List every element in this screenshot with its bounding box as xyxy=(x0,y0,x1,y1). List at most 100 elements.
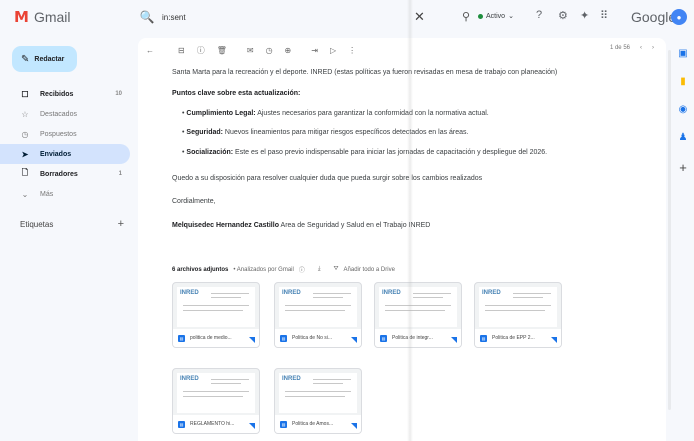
help-icon[interactable]: ? xyxy=(536,9,542,21)
download-icon[interactable] xyxy=(551,337,557,343)
sidebar-item-enviados[interactable]: ➤ Enviados xyxy=(0,144,130,164)
signature-name: Melquisedec Hernandez Castillo xyxy=(172,222,279,229)
send-icon: ➤ xyxy=(21,149,29,159)
inred-logo: INRED xyxy=(180,290,199,296)
attachment-card[interactable]: INRED ▤ REGLAMENTO hi... xyxy=(172,368,260,434)
bullet-term: Seguridad: xyxy=(186,129,223,136)
mark-unread-icon[interactable]: ✉ xyxy=(247,46,254,55)
chevron-left-icon[interactable]: ‹ xyxy=(640,45,642,51)
side-panel: ▣ ▮ ◉ ♟ + xyxy=(672,48,694,188)
compose-label: Redactar xyxy=(34,55,65,63)
download-icon[interactable] xyxy=(351,337,357,343)
attachments-count: 6 archivos adjuntos xyxy=(172,266,229,273)
snooze-icon[interactable]: ◷ xyxy=(266,46,273,55)
attachments-scanned: • Analizados por Gmail xyxy=(233,266,294,273)
add-to-drive-link[interactable]: Añadir todo a Drive xyxy=(344,267,395,273)
filter-icon[interactable]: ⚲ xyxy=(462,10,470,23)
gmail-logo[interactable]: M Gmail xyxy=(14,9,71,25)
status-label: Activo xyxy=(486,12,506,20)
attachment-preview: INRED xyxy=(279,373,357,413)
draft-icon: 🗋 xyxy=(21,168,29,177)
settings-icon[interactable]: ⚙ xyxy=(558,9,568,22)
attachment-preview: INRED xyxy=(177,373,255,413)
compose-button[interactable]: ✎ Redactar xyxy=(12,46,77,72)
attachment-name: REGLAMENTO hi... xyxy=(190,421,235,427)
move-icon[interactable]: ⇥ xyxy=(311,46,318,55)
bullet-term: Socialización: xyxy=(186,149,234,156)
download-icon[interactable] xyxy=(451,337,457,343)
sidebar-item-recibidos[interactable]: ☐ Recibidos 10 xyxy=(0,84,130,104)
status-indicator[interactable]: Activo ⌄ xyxy=(478,12,514,20)
avatar[interactable]: ● xyxy=(671,9,687,25)
sidebar-item-count: 10 xyxy=(115,91,122,97)
download-icon[interactable] xyxy=(249,423,255,429)
search-bar[interactable]: 🔍 in:sent ✕ ⚲ xyxy=(140,6,471,28)
sidebar-item-label: Borradores xyxy=(40,170,78,178)
attachment-preview: INRED xyxy=(177,287,255,327)
attachment-footer: ▤ Politica de integr... xyxy=(375,329,461,347)
label-icon[interactable]: ▷ xyxy=(330,46,336,55)
contacts-icon[interactable]: ♟ xyxy=(672,132,694,160)
bullet-text: Nuevos lineamientos para mitigar riesgos… xyxy=(222,129,469,136)
pager-text: 1 de 56 xyxy=(609,45,630,51)
sidebar-item-label: Pospuestos xyxy=(40,130,77,138)
drive-icon[interactable]: ⛛ xyxy=(334,266,339,273)
email-signature: Melquisedec Hernandez Castillo Area de S… xyxy=(172,221,430,230)
attachment-name: Politica de Amos... xyxy=(292,421,334,427)
sidebar-item-label: Más xyxy=(40,190,54,198)
inred-logo: INRED xyxy=(282,376,301,382)
attachment-footer: ▤ politica de medio... xyxy=(173,329,259,347)
inred-logo: INRED xyxy=(180,376,199,382)
status-dot xyxy=(478,13,483,19)
sidebar-item-destacados[interactable]: ☆ Destacados xyxy=(0,104,130,124)
download-all-icon[interactable]: ⤓ xyxy=(318,266,321,273)
attachment-name: politica de medio... xyxy=(190,335,232,341)
more-icon[interactable]: ⋮ xyxy=(348,46,356,55)
chevron-down-icon: ⌄ xyxy=(21,189,29,199)
sidebar-item-label: Recibidos xyxy=(40,90,74,98)
sidebar-nav: ☐ Recibidos 10 ☆ Destacados ◷ Pospuestos… xyxy=(0,84,130,204)
task-icon[interactable]: ⊕ xyxy=(285,46,292,55)
search-icon[interactable]: 🔍 xyxy=(140,10,155,24)
inred-logo: INRED xyxy=(282,290,301,296)
attachment-card[interactable]: INRED ▤ Politica de EPP 2... xyxy=(474,282,562,348)
bullet-text: Ajustes necesarios para garantizar la co… xyxy=(255,110,489,117)
tasks-icon[interactable]: ◉ xyxy=(672,104,694,132)
attachment-card[interactable]: INRED ▤ politica de medio... xyxy=(172,282,260,348)
sidebar-item-pospuestos[interactable]: ◷ Pospuestos xyxy=(0,124,130,144)
pdf-icon: ▤ xyxy=(480,334,487,342)
archive-icon[interactable]: ⊟ xyxy=(178,46,185,55)
message-toolbar: ← ⊟ ⓘ 🗑 ✉ ◷ ⊕ ⇥ ▷ ⋮ xyxy=(146,45,356,56)
info-icon[interactable]: ⓘ xyxy=(299,265,305,274)
attachment-card[interactable]: INRED ▤ Politica de Amos... xyxy=(274,368,362,434)
add-icon[interactable]: + xyxy=(672,160,694,188)
sidebar-item-mas[interactable]: ⌄ Más xyxy=(0,184,130,204)
add-label-button[interactable]: + xyxy=(118,218,124,230)
keep-icon[interactable]: ▮ xyxy=(672,76,694,104)
attachment-card[interactable]: INRED ▤ Politica de No si... xyxy=(274,282,362,348)
report-icon[interactable]: ⓘ xyxy=(197,45,205,56)
apps-grid-icon[interactable]: ⠿ xyxy=(600,9,608,22)
attachment-card[interactable]: INRED ▤ Politica de integr... xyxy=(374,282,462,348)
sidebar-item-count: 1 xyxy=(118,171,122,177)
email-regards: Cordialmente, xyxy=(172,198,216,205)
pencil-icon: ✎ xyxy=(21,53,30,65)
sidebar-item-borradores[interactable]: 🗋 Borradores 1 xyxy=(0,164,130,184)
calendar-icon[interactable]: ▣ xyxy=(672,48,694,76)
attachment-footer: ▤ REGLAMENTO hi... xyxy=(173,415,259,433)
message-scrollbar[interactable] xyxy=(668,50,671,410)
attachments-header: 6 archivos adjuntos • Analizados por Gma… xyxy=(172,265,395,274)
inbox-icon: ☐ xyxy=(21,89,29,99)
delete-icon[interactable]: 🗑 xyxy=(217,46,227,55)
close-icon[interactable]: ✕ xyxy=(414,9,425,25)
download-icon[interactable] xyxy=(249,337,255,343)
download-icon[interactable] xyxy=(351,423,357,429)
chevron-right-icon[interactable]: › xyxy=(652,45,654,51)
search-input[interactable]: in:sent xyxy=(162,13,186,22)
google-brand: Google xyxy=(631,9,677,25)
pdf-icon: ▤ xyxy=(280,334,287,342)
back-icon[interactable]: ← xyxy=(146,46,154,55)
gemini-icon[interactable]: ✦ xyxy=(580,9,589,22)
star-icon: ☆ xyxy=(21,109,29,119)
gmail-m-icon: M xyxy=(14,8,29,26)
